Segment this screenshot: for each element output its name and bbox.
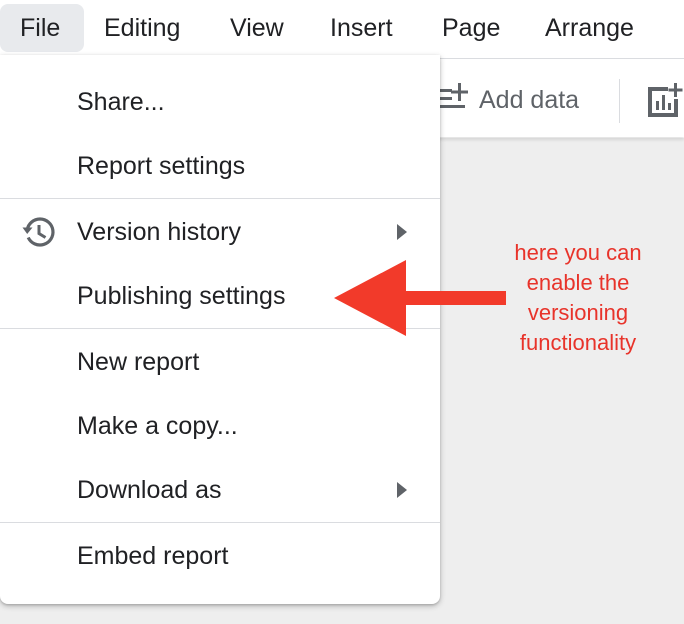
menu-item-download-as[interactable]: Download as [0, 461, 440, 519]
annotation-line: enable the [526, 270, 630, 295]
menu-item-version-history[interactable]: Version history [0, 203, 440, 261]
menu-item-share[interactable]: Share... [0, 73, 440, 131]
menu-editing[interactable]: Editing [84, 4, 200, 52]
menu-item-label: Make a copy... [77, 412, 238, 440]
menu-item-make-a-copy[interactable]: Make a copy... [0, 397, 440, 455]
toolbar-divider [619, 79, 620, 123]
menu-file[interactable]: File [0, 4, 84, 52]
menu-item-label: Publishing settings [77, 282, 286, 310]
menu-item-label: Report settings [77, 152, 246, 180]
add-chart-icon[interactable] [644, 81, 684, 119]
page: Add data File Editing View Insert Page A… [0, 0, 684, 624]
menu-item-report-settings[interactable]: Report settings [0, 137, 440, 195]
menu-page[interactable]: Page [422, 4, 520, 52]
add-data-button[interactable]: Add data [479, 83, 579, 117]
menu-bar: File Editing View Insert Page Arrange [0, 0, 684, 56]
menu-item-embed-report[interactable]: Embed report [0, 527, 440, 585]
menu-item-label: Version history [77, 218, 241, 246]
annotation-line: here you can [514, 240, 642, 265]
annotation-note: here you can enable the versioning funct… [476, 238, 680, 358]
annotation-line: functionality [519, 330, 637, 355]
menu-divider [0, 198, 440, 199]
menu-item-label: Share... [77, 88, 165, 116]
menu-item-new-report[interactable]: New report [0, 333, 440, 391]
history-icon [22, 217, 55, 247]
menu-item-label: Embed report [77, 542, 229, 570]
chevron-right-icon [397, 482, 407, 498]
menu-arrange[interactable]: Arrange [525, 4, 654, 52]
menu-divider [0, 522, 440, 523]
menu-view[interactable]: View [210, 4, 304, 52]
menu-insert[interactable]: Insert [310, 4, 413, 52]
chevron-right-icon [397, 224, 407, 240]
menu-item-label: Download as [77, 476, 222, 504]
menu-item-label: New report [77, 348, 200, 376]
annotation-line: versioning [527, 300, 629, 325]
